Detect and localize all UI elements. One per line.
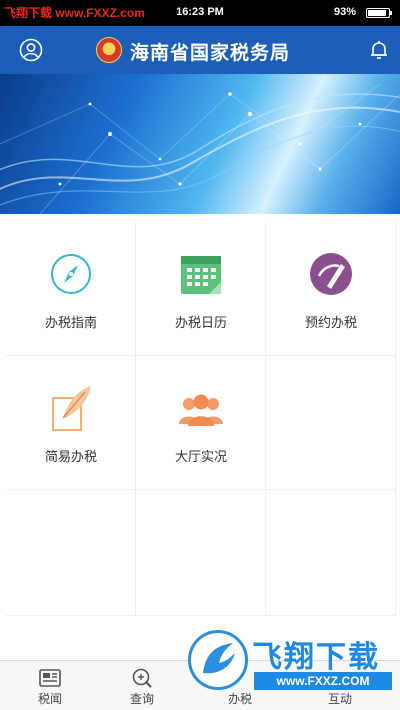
grid-item-label: 简易办税 bbox=[44, 449, 97, 464]
tab-query[interactable]: 查询 bbox=[92, 661, 192, 710]
search-icon bbox=[130, 667, 154, 689]
grid-item-label: 办税指南 bbox=[44, 315, 97, 330]
grid-empty-cell bbox=[266, 490, 396, 616]
grid-item-label: 预约办税 bbox=[304, 315, 357, 330]
grid-item-hall-live[interactable]: 大厅实况 bbox=[136, 356, 266, 490]
tab-label: 税闻 bbox=[37, 692, 62, 706]
bell-icon[interactable] bbox=[366, 37, 392, 63]
page-title: 海南省国家税务局 bbox=[130, 42, 291, 64]
watermark-brand: 飞翔下载 bbox=[252, 641, 380, 674]
battery-percent: 93% bbox=[333, 6, 356, 18]
grid-item-label: 办税日历 bbox=[174, 315, 227, 330]
watermark-url: www.FXXZ.COM bbox=[254, 672, 392, 690]
compass-icon bbox=[49, 250, 93, 298]
grid-item-tax-calendar[interactable]: 办税日历 bbox=[136, 222, 266, 356]
appointment-icon bbox=[309, 250, 353, 298]
tab-label: 查询 bbox=[129, 692, 154, 706]
calendar-icon bbox=[179, 250, 223, 298]
quill-icon bbox=[49, 384, 93, 432]
app-header: 海南省国家税务局 bbox=[0, 26, 400, 74]
watermark: 飞翔下载 www.FXXZ.COM bbox=[188, 628, 394, 696]
user-icon[interactable] bbox=[18, 37, 44, 63]
tab-news[interactable]: 税闻 bbox=[0, 661, 100, 710]
people-icon bbox=[179, 384, 223, 432]
grid-item-label: 大厅实况 bbox=[174, 449, 227, 464]
status-bar: 飞翔下载 www.FXXZ.com 16:23 PM 93% bbox=[0, 0, 400, 26]
grid-item-appointment[interactable]: 预约办税 bbox=[266, 222, 396, 356]
tax-emblem-icon bbox=[96, 37, 122, 63]
banner-image[interactable] bbox=[0, 74, 400, 214]
grid-empty-cell bbox=[136, 490, 266, 616]
battery-icon bbox=[366, 8, 392, 18]
watermark-logo-icon bbox=[188, 630, 248, 690]
grid-empty-cell bbox=[266, 356, 396, 490]
grid-empty-cell bbox=[6, 490, 136, 616]
grid-item-simple-tax[interactable]: 简易办税 bbox=[6, 356, 136, 490]
grid-item-tax-guide[interactable]: 办税指南 bbox=[6, 222, 136, 356]
news-icon bbox=[38, 667, 62, 689]
